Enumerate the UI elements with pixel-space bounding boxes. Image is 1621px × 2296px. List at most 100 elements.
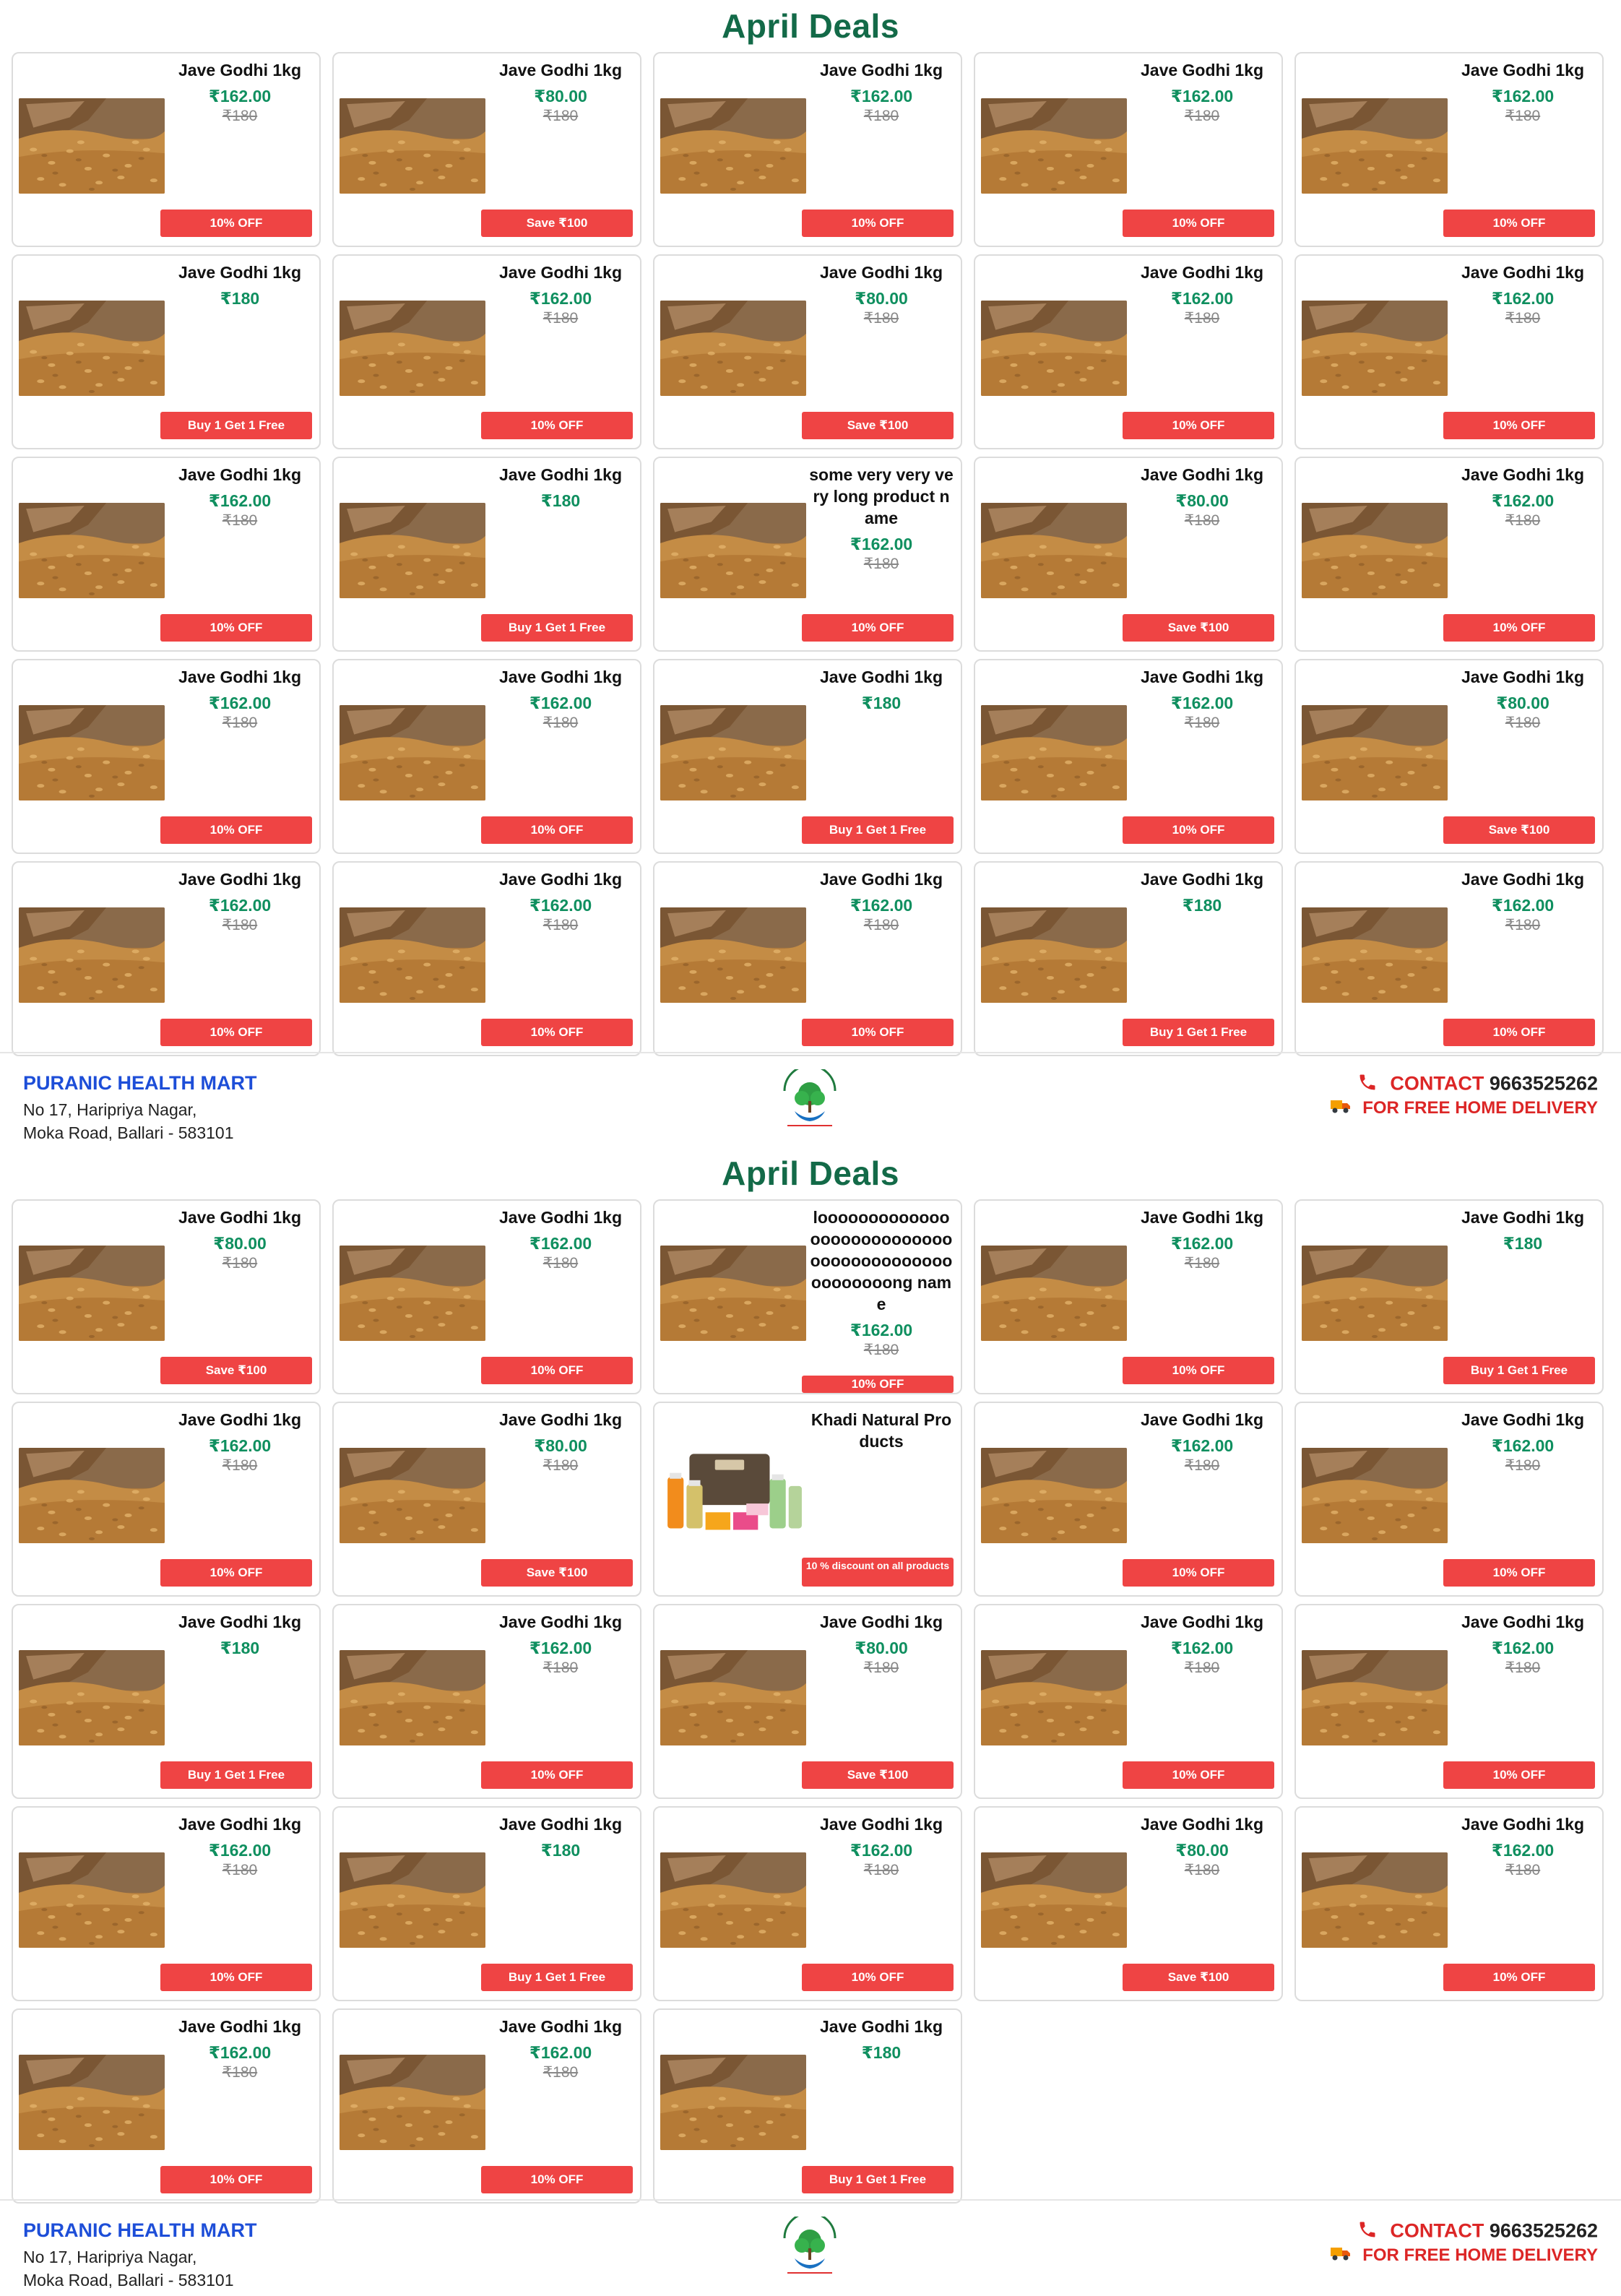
product-mrp: ₹180 bbox=[1505, 1862, 1541, 1878]
product-name: Jave Godhi 1kg bbox=[1461, 61, 1584, 79]
delivery-text: FOR FREE HOME DELIVERY bbox=[1362, 2245, 1598, 2265]
product-info: Jave Godhi 1kg ₹180 bbox=[1130, 868, 1274, 916]
product-card[interactable]: Jave Godhi 1kg ₹80.00 ₹180 Save ₹100 bbox=[974, 457, 1283, 652]
product-card[interactable]: Jave Godhi 1kg ₹162.00 ₹180 10% OFF bbox=[332, 254, 641, 449]
product-info: Jave Godhi 1kg ₹162.00 ₹180 bbox=[1130, 1409, 1274, 1475]
phone-number[interactable]: 9663525262 bbox=[1490, 1073, 1598, 1095]
product-card[interactable]: Jave Godhi 1kg ₹162.00 ₹180 10% OFF bbox=[12, 659, 321, 854]
offer-badge: 10% OFF bbox=[481, 412, 633, 439]
product-mrp: ₹180 bbox=[863, 108, 899, 124]
product-card[interactable]: Jave Godhi 1kg ₹162.00 ₹180 10% OFF bbox=[974, 254, 1283, 449]
product-card[interactable]: Khadi Natural Products 10 % discount on a… bbox=[653, 1402, 962, 1597]
product-card[interactable]: Jave Godhi 1kg ₹180 Buy 1 Get 1 Free bbox=[653, 659, 962, 854]
product-card[interactable]: Jave Godhi 1kg ₹162.00 ₹180 10% OFF bbox=[1294, 1806, 1604, 2001]
product-card[interactable]: Jave Godhi 1kg ₹80.00 ₹180 Save ₹100 bbox=[653, 254, 962, 449]
product-card[interactable]: Jave Godhi 1kg ₹162.00 ₹180 10% OFF bbox=[332, 659, 641, 854]
product-price: ₹180 bbox=[540, 491, 581, 510]
product-card[interactable]: Jave Godhi 1kg ₹162.00 ₹180 10% OFF bbox=[332, 861, 641, 1056]
offer-badge: 10% OFF bbox=[1443, 614, 1595, 642]
product-card[interactable]: Jave Godhi 1kg ₹162.00 ₹180 10% OFF bbox=[653, 861, 962, 1056]
product-mrp: ₹180 bbox=[863, 310, 899, 327]
product-card[interactable]: Jave Godhi 1kg ₹162.00 ₹180 10% OFF bbox=[12, 1806, 321, 2001]
product-card[interactable]: Jave Godhi 1kg ₹180 Buy 1 Get 1 Free bbox=[1294, 1199, 1604, 1394]
store-footer: PURANIC HEALTH MART No 17, Haripriya Nag… bbox=[0, 2199, 1621, 2296]
product-price: ₹162.00 bbox=[208, 2043, 272, 2062]
product-mrp: ₹180 bbox=[1184, 1660, 1220, 1676]
product-card[interactable]: Jave Godhi 1kg ₹162.00 ₹180 10% OFF bbox=[1294, 1604, 1604, 1799]
product-card[interactable]: Jave Godhi 1kg ₹162.00 ₹180 10% OFF bbox=[1294, 457, 1604, 652]
product-card[interactable]: Jave Godhi 1kg ₹80.00 ₹180 Save ₹100 bbox=[1294, 659, 1604, 854]
product-name: Jave Godhi 1kg bbox=[1140, 263, 1263, 282]
product-card[interactable]: Jave Godhi 1kg ₹162.00 ₹180 10% OFF bbox=[12, 1402, 321, 1597]
offer-badge: Buy 1 Get 1 Free bbox=[1443, 1357, 1595, 1384]
wheat-sack-image bbox=[340, 1246, 485, 1341]
product-card[interactable]: Jave Godhi 1kg ₹80.00 ₹180 Save ₹100 bbox=[332, 52, 641, 247]
offer-badge: 10% OFF bbox=[481, 1019, 633, 1046]
product-info: Jave Godhi 1kg ₹180 bbox=[168, 262, 312, 309]
product-card[interactable]: Jave Godhi 1kg ₹180 Buy 1 Get 1 Free bbox=[12, 254, 321, 449]
product-mrp: ₹180 bbox=[1505, 310, 1541, 327]
product-price: ₹80.00 bbox=[1175, 1841, 1229, 1860]
product-card[interactable]: Jave Godhi 1kg ₹162.00 ₹180 10% OFF bbox=[1294, 861, 1604, 1056]
offer-badge: 10% OFF bbox=[1123, 210, 1274, 237]
product-card[interactable]: Jave Godhi 1kg ₹162.00 ₹180 10% OFF bbox=[332, 1199, 641, 1394]
product-card[interactable]: Jave Godhi 1kg ₹162.00 ₹180 10% OFF bbox=[653, 1806, 962, 2001]
product-mrp: ₹180 bbox=[1184, 1255, 1220, 1272]
product-price: ₹162.00 bbox=[1491, 896, 1555, 915]
product-card[interactable]: Jave Godhi 1kg ₹180 Buy 1 Get 1 Free bbox=[332, 457, 641, 652]
offer-badge: 10% OFF bbox=[481, 1761, 633, 1789]
product-card[interactable]: Jave Godhi 1kg ₹180 Buy 1 Get 1 Free bbox=[12, 1604, 321, 1799]
product-info: Jave Godhi 1kg ₹162.00 ₹180 bbox=[488, 262, 633, 328]
product-card[interactable]: Jave Godhi 1kg ₹162.00 ₹180 10% OFF bbox=[1294, 1402, 1604, 1597]
offer-badge: 10% OFF bbox=[802, 210, 954, 237]
product-name: Jave Godhi 1kg bbox=[1461, 263, 1584, 282]
product-info: Jave Godhi 1kg ₹180 bbox=[488, 464, 633, 512]
product-card[interactable]: Jave Godhi 1kg ₹162.00 ₹180 10% OFF bbox=[332, 2008, 641, 2204]
product-card[interactable]: Jave Godhi 1kg ₹162.00 ₹180 10% OFF bbox=[974, 1402, 1283, 1597]
product-price: ₹180 bbox=[861, 2043, 902, 2062]
product-card[interactable]: Jave Godhi 1kg ₹162.00 ₹180 10% OFF bbox=[653, 52, 962, 247]
offer-badge: Save ₹100 bbox=[481, 210, 633, 237]
product-mrp: ₹180 bbox=[543, 108, 579, 124]
offer-badge: 10% OFF bbox=[160, 1019, 312, 1046]
product-card[interactable]: Jave Godhi 1kg ₹180 Buy 1 Get 1 Free bbox=[332, 1806, 641, 2001]
product-card[interactable]: Jave Godhi 1kg ₹80.00 ₹180 Save ₹100 bbox=[974, 1806, 1283, 2001]
product-card[interactable]: Jave Godhi 1kg ₹162.00 ₹180 10% OFF bbox=[974, 52, 1283, 247]
product-card[interactable]: Jave Godhi 1kg ₹80.00 ₹180 Save ₹100 bbox=[12, 1199, 321, 1394]
product-card[interactable]: Jave Godhi 1kg ₹162.00 ₹180 10% OFF bbox=[974, 659, 1283, 854]
product-mrp: ₹180 bbox=[222, 1862, 258, 1878]
offer-badge: 10% OFF bbox=[1443, 412, 1595, 439]
phone-number[interactable]: 9663525262 bbox=[1490, 2220, 1598, 2242]
product-info: Jave Godhi 1kg ₹162.00 ₹180 bbox=[488, 868, 633, 935]
product-price: ₹180 bbox=[220, 1639, 260, 1657]
product-card[interactable]: Jave Godhi 1kg ₹162.00 ₹180 10% OFF bbox=[12, 457, 321, 652]
product-card[interactable]: some very very very long product name ₹16… bbox=[653, 457, 962, 652]
product-card[interactable]: Jave Godhi 1kg ₹162.00 ₹180 10% OFF bbox=[974, 1199, 1283, 1394]
product-card[interactable]: Jave Godhi 1kg ₹162.00 ₹180 10% OFF bbox=[12, 2008, 321, 2204]
product-price: ₹162.00 bbox=[1170, 1436, 1234, 1455]
product-mrp: ₹180 bbox=[1505, 917, 1541, 933]
product-card[interactable]: Jave Godhi 1kg ₹162.00 ₹180 10% OFF bbox=[332, 1604, 641, 1799]
product-card[interactable]: Jave Godhi 1kg ₹180 Buy 1 Get 1 Free bbox=[974, 861, 1283, 1056]
product-card[interactable]: Jave Godhi 1kg ₹162.00 ₹180 10% OFF bbox=[1294, 254, 1604, 449]
product-mrp: ₹180 bbox=[863, 556, 899, 572]
product-price: ₹162.00 bbox=[1170, 694, 1234, 712]
product-card[interactable]: Jave Godhi 1kg ₹162.00 ₹180 10% OFF bbox=[12, 52, 321, 247]
product-name: Jave Godhi 1kg bbox=[819, 2017, 943, 2036]
product-card[interactable]: Jave Godhi 1kg ₹162.00 ₹180 10% OFF bbox=[12, 861, 321, 1056]
product-card[interactable]: Jave Godhi 1kg ₹180 Buy 1 Get 1 Free bbox=[653, 2008, 962, 2204]
product-card[interactable]: Jave Godhi 1kg ₹162.00 ₹180 10% OFF bbox=[974, 1604, 1283, 1799]
product-price: ₹162.00 bbox=[850, 87, 913, 105]
offer-badge: 10% OFF bbox=[160, 1559, 312, 1587]
product-mrp: ₹180 bbox=[1505, 512, 1541, 529]
product-name: Jave Godhi 1kg bbox=[1140, 1208, 1263, 1227]
product-name: Jave Godhi 1kg bbox=[819, 668, 943, 686]
product-name: Jave Godhi 1kg bbox=[819, 870, 943, 889]
wheat-sack-image bbox=[19, 2055, 165, 2150]
product-card[interactable]: looooooooooooooooooooooooooooooooooooooo… bbox=[653, 1199, 962, 1394]
product-card[interactable]: Jave Godhi 1kg ₹80.00 ₹180 Save ₹100 bbox=[332, 1402, 641, 1597]
product-card[interactable]: Jave Godhi 1kg ₹162.00 ₹180 10% OFF bbox=[1294, 52, 1604, 247]
product-name: Jave Godhi 1kg bbox=[1140, 870, 1263, 889]
product-card[interactable]: Jave Godhi 1kg ₹80.00 ₹180 Save ₹100 bbox=[653, 1604, 962, 1799]
product-price: ₹162.00 bbox=[208, 896, 272, 915]
